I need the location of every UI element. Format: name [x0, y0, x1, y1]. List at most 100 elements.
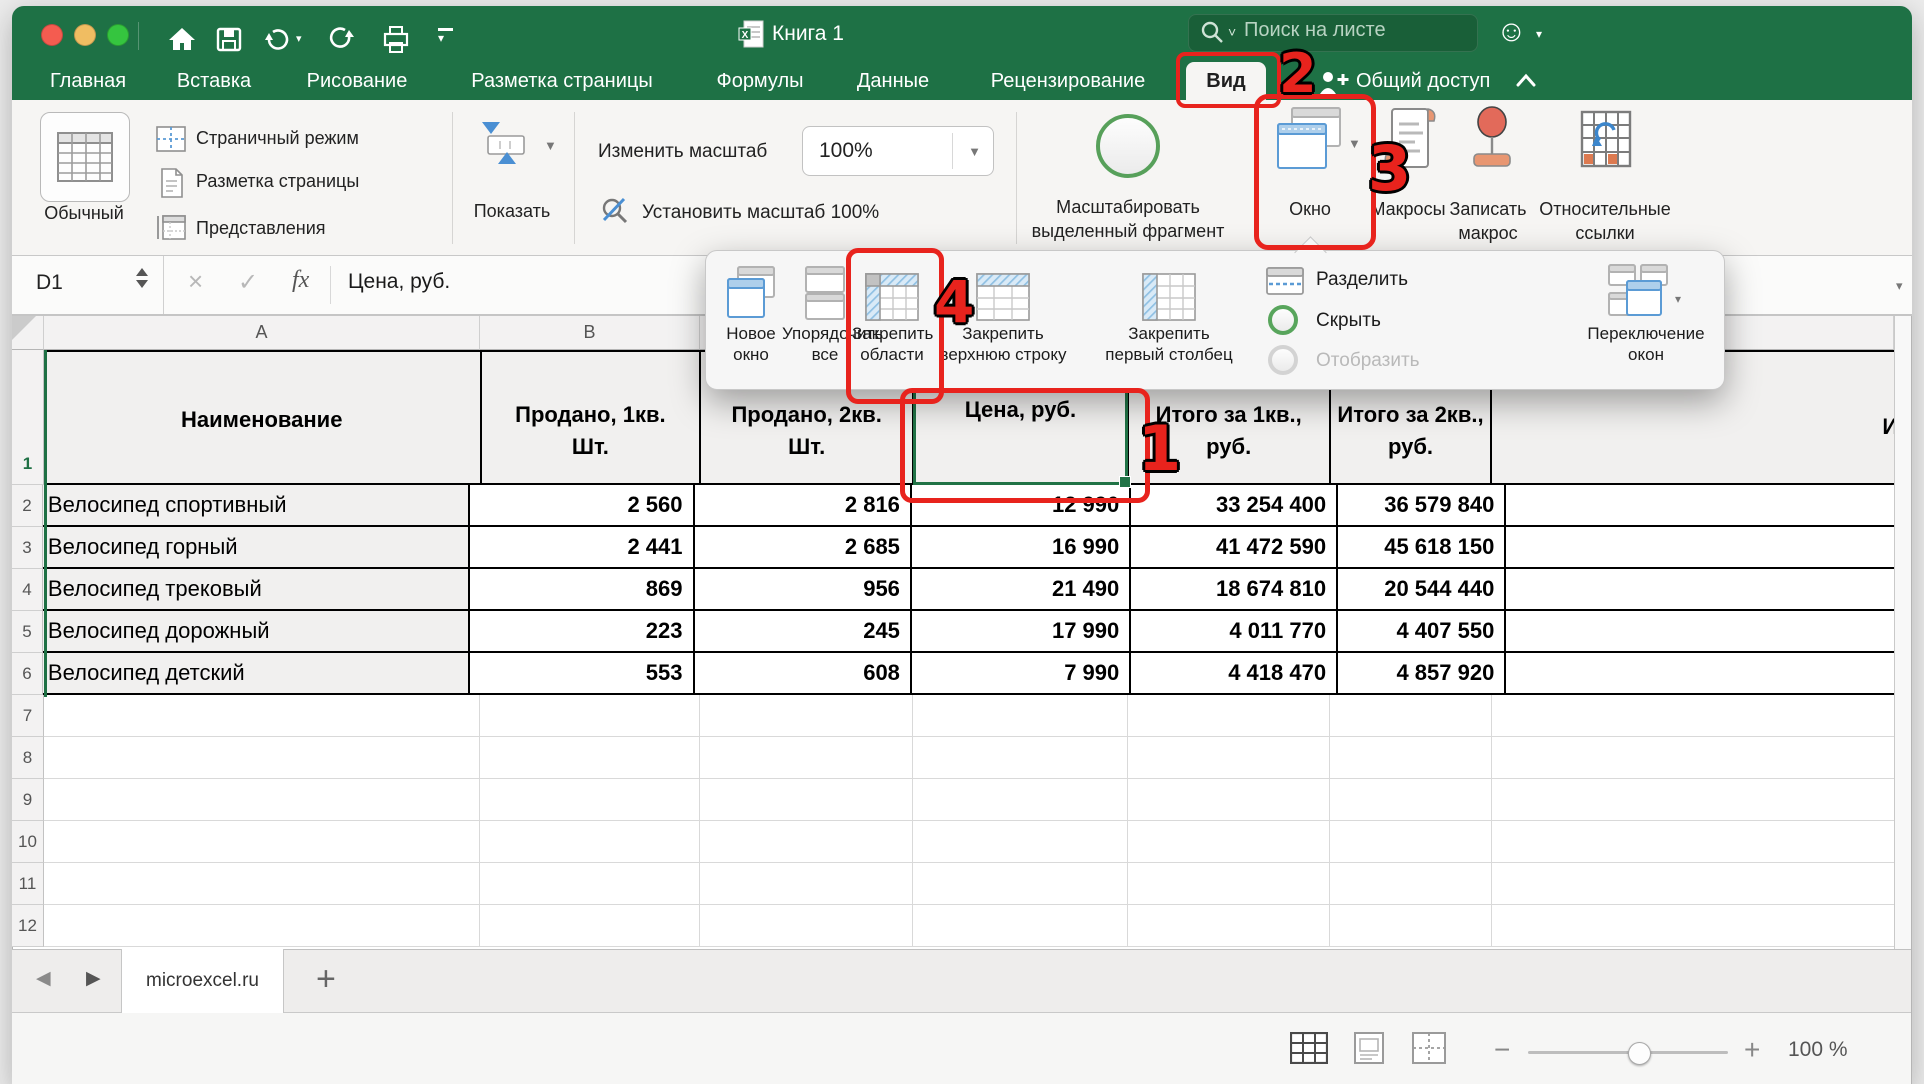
- row-header[interactable]: 8: [12, 737, 44, 779]
- column-header-b[interactable]: B: [480, 316, 700, 350]
- feedback-smiley-icon[interactable]: ☺: [1496, 15, 1527, 49]
- cancel-icon[interactable]: ×: [188, 266, 203, 297]
- collapse-ribbon-icon[interactable]: [1514, 72, 1538, 88]
- minimize-window-button[interactable]: [74, 24, 96, 46]
- cell[interactable]: [1330, 779, 1492, 821]
- normal-view-button[interactable]: [40, 112, 130, 202]
- cell[interactable]: 2 685: [695, 527, 912, 569]
- cell[interactable]: 21 490: [912, 569, 1131, 611]
- cell[interactable]: 36 579 840: [1338, 485, 1506, 527]
- cell[interactable]: [913, 821, 1128, 863]
- page-layout-status-icon[interactable]: [1352, 1032, 1386, 1064]
- cell[interactable]: [700, 821, 913, 863]
- sheet-tab-active[interactable]: microexcel.ru: [121, 949, 284, 1013]
- cell[interactable]: 223: [470, 611, 694, 653]
- maximize-window-button[interactable]: [107, 24, 129, 46]
- undo-dropdown-icon[interactable]: ▾: [296, 32, 302, 45]
- cell[interactable]: 41 472 590: [1131, 527, 1338, 569]
- cell[interactable]: Велосипед трековый: [43, 569, 470, 611]
- menu-item-switch-windows[interactable]: ▾ Переключениеокон: [1566, 259, 1726, 365]
- cell[interactable]: [1330, 905, 1492, 947]
- next-sheet-icon[interactable]: ▶: [86, 967, 101, 990]
- zoom-select[interactable]: 100% ▼: [802, 126, 994, 176]
- customize-toolbar-icon[interactable]: ▾: [438, 28, 453, 43]
- row-header[interactable]: 6: [12, 653, 43, 695]
- cell[interactable]: [1128, 905, 1330, 947]
- cell[interactable]: 17 990: [912, 611, 1131, 653]
- share-button[interactable]: Общий доступ: [1356, 62, 1490, 100]
- close-window-button[interactable]: [41, 24, 63, 46]
- prev-sheet-icon[interactable]: ◀: [36, 967, 51, 990]
- cell[interactable]: 4 857 920: [1338, 653, 1506, 695]
- cell[interactable]: [700, 737, 913, 779]
- row-header[interactable]: 5: [12, 611, 43, 653]
- cell[interactable]: [913, 905, 1128, 947]
- menu-item-hide[interactable]: Скрыть: [1316, 310, 1381, 332]
- normal-view-status-icon[interactable]: [1290, 1032, 1328, 1064]
- cell[interactable]: 553: [470, 653, 694, 695]
- row-header[interactable]: 12: [12, 905, 44, 947]
- cell[interactable]: [480, 863, 700, 905]
- cell[interactable]: [44, 821, 480, 863]
- select-all-button[interactable]: [12, 316, 44, 350]
- cell-a1[interactable]: Наименование: [44, 350, 482, 485]
- cell[interactable]: 956: [695, 569, 912, 611]
- cell[interactable]: 16 990: [912, 527, 1131, 569]
- row-header[interactable]: 2: [12, 485, 43, 527]
- cell[interactable]: [44, 905, 480, 947]
- row-header[interactable]: 9: [12, 779, 44, 821]
- cell[interactable]: [1128, 695, 1330, 737]
- cell[interactable]: [913, 695, 1128, 737]
- page-layout-view-button[interactable]: Разметка страницы: [196, 171, 359, 192]
- zoom-to-selection-icon[interactable]: [1096, 114, 1160, 178]
- cell[interactable]: [700, 779, 913, 821]
- menu-item-freeze-first-column[interactable]: Закрепитьпервый столбец: [1080, 259, 1258, 365]
- zoom-dropdown-icon[interactable]: ▼: [968, 144, 981, 159]
- cell-b1[interactable]: Продано, 1кв.Шт.: [482, 350, 702, 485]
- cell[interactable]: [1330, 863, 1492, 905]
- cell[interactable]: [1128, 821, 1330, 863]
- row-header[interactable]: 3: [12, 527, 43, 569]
- enter-icon[interactable]: ✓: [238, 268, 258, 297]
- zoom-slider-thumb[interactable]: [1628, 1042, 1651, 1065]
- tab-formulas[interactable]: Формулы: [700, 62, 820, 100]
- cell[interactable]: Велосипед детский: [43, 653, 470, 695]
- custom-views-button[interactable]: Представления: [196, 218, 326, 239]
- cell[interactable]: [1330, 695, 1492, 737]
- cell[interactable]: [480, 821, 700, 863]
- name-box[interactable]: D1: [12, 256, 164, 314]
- cell[interactable]: 2 441: [470, 527, 694, 569]
- cell[interactable]: [1492, 905, 1894, 947]
- tab-data[interactable]: Данные: [843, 62, 943, 100]
- zoom-in-icon[interactable]: +: [1744, 1034, 1760, 1066]
- cell[interactable]: 3: [1506, 569, 1894, 611]
- page-break-status-icon[interactable]: [1412, 1032, 1446, 1064]
- cell[interactable]: [1330, 737, 1492, 779]
- cell[interactable]: 4 011 770: [1131, 611, 1338, 653]
- cell[interactable]: 6: [1506, 485, 1894, 527]
- cell[interactable]: 4 418 470: [1131, 653, 1338, 695]
- name-box-spinner-icon[interactable]: [136, 268, 148, 288]
- cell[interactable]: [1506, 611, 1894, 653]
- cell[interactable]: [44, 863, 480, 905]
- row-header[interactable]: 1: [12, 350, 44, 485]
- zoom-100-button[interactable]: Установить масштаб 100%: [642, 202, 879, 224]
- tab-draw[interactable]: Рисование: [297, 62, 417, 100]
- cell[interactable]: 20 544 440: [1338, 569, 1506, 611]
- cell[interactable]: [1492, 779, 1894, 821]
- save-icon[interactable]: [216, 27, 242, 52]
- cell[interactable]: [913, 863, 1128, 905]
- cell[interactable]: [44, 737, 480, 779]
- zoom-percent-label[interactable]: 100 %: [1788, 1038, 1848, 1062]
- cell[interactable]: [700, 905, 913, 947]
- cell[interactable]: [1492, 695, 1894, 737]
- cell[interactable]: [1128, 863, 1330, 905]
- column-header-a[interactable]: A: [44, 316, 480, 350]
- cell[interactable]: 7 990: [912, 653, 1131, 695]
- show-button-label[interactable]: Показать: [452, 201, 572, 222]
- cell[interactable]: [480, 737, 700, 779]
- cell[interactable]: 45 618 150: [1338, 527, 1506, 569]
- cell[interactable]: 4 407 550: [1338, 611, 1506, 653]
- tab-home[interactable]: Главная: [38, 62, 138, 100]
- formula-input[interactable]: Цена, руб.: [348, 270, 450, 294]
